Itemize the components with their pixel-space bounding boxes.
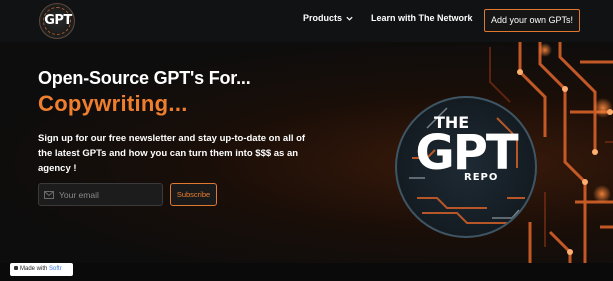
chevron-down-icon[interactable]	[345, 14, 354, 23]
hero-sub-headline: Copywriting...	[38, 91, 188, 116]
made-with-label: Made with	[20, 266, 48, 272]
softr-brand-label: Softr	[49, 266, 62, 272]
softr-icon	[14, 266, 18, 271]
mail-icon	[44, 191, 54, 199]
email-input[interactable]	[38, 183, 163, 206]
nav-learn-network-link[interactable]: Learn with The Network	[371, 13, 473, 23]
made-with-softr-badge[interactable]: Made with Softr	[10, 263, 73, 276]
footer-bar	[0, 263, 613, 281]
nav-products-link[interactable]: Products	[303, 13, 342, 23]
logo-text: GPT	[44, 13, 72, 28]
hero-description: Sign up for our free newsletter and stay…	[38, 133, 306, 174]
hero-headline: Open-Source GPT's For...	[38, 68, 251, 88]
add-gpts-button[interactable]: Add your own GPTs!	[484, 9, 580, 32]
subscribe-button[interactable]: Subscribe	[170, 183, 217, 206]
top-nav: GPT Products Learn with The Network Add …	[0, 0, 613, 42]
badge-repo-text: REPO	[464, 172, 499, 183]
site-logo[interactable]: GPT	[39, 3, 75, 39]
